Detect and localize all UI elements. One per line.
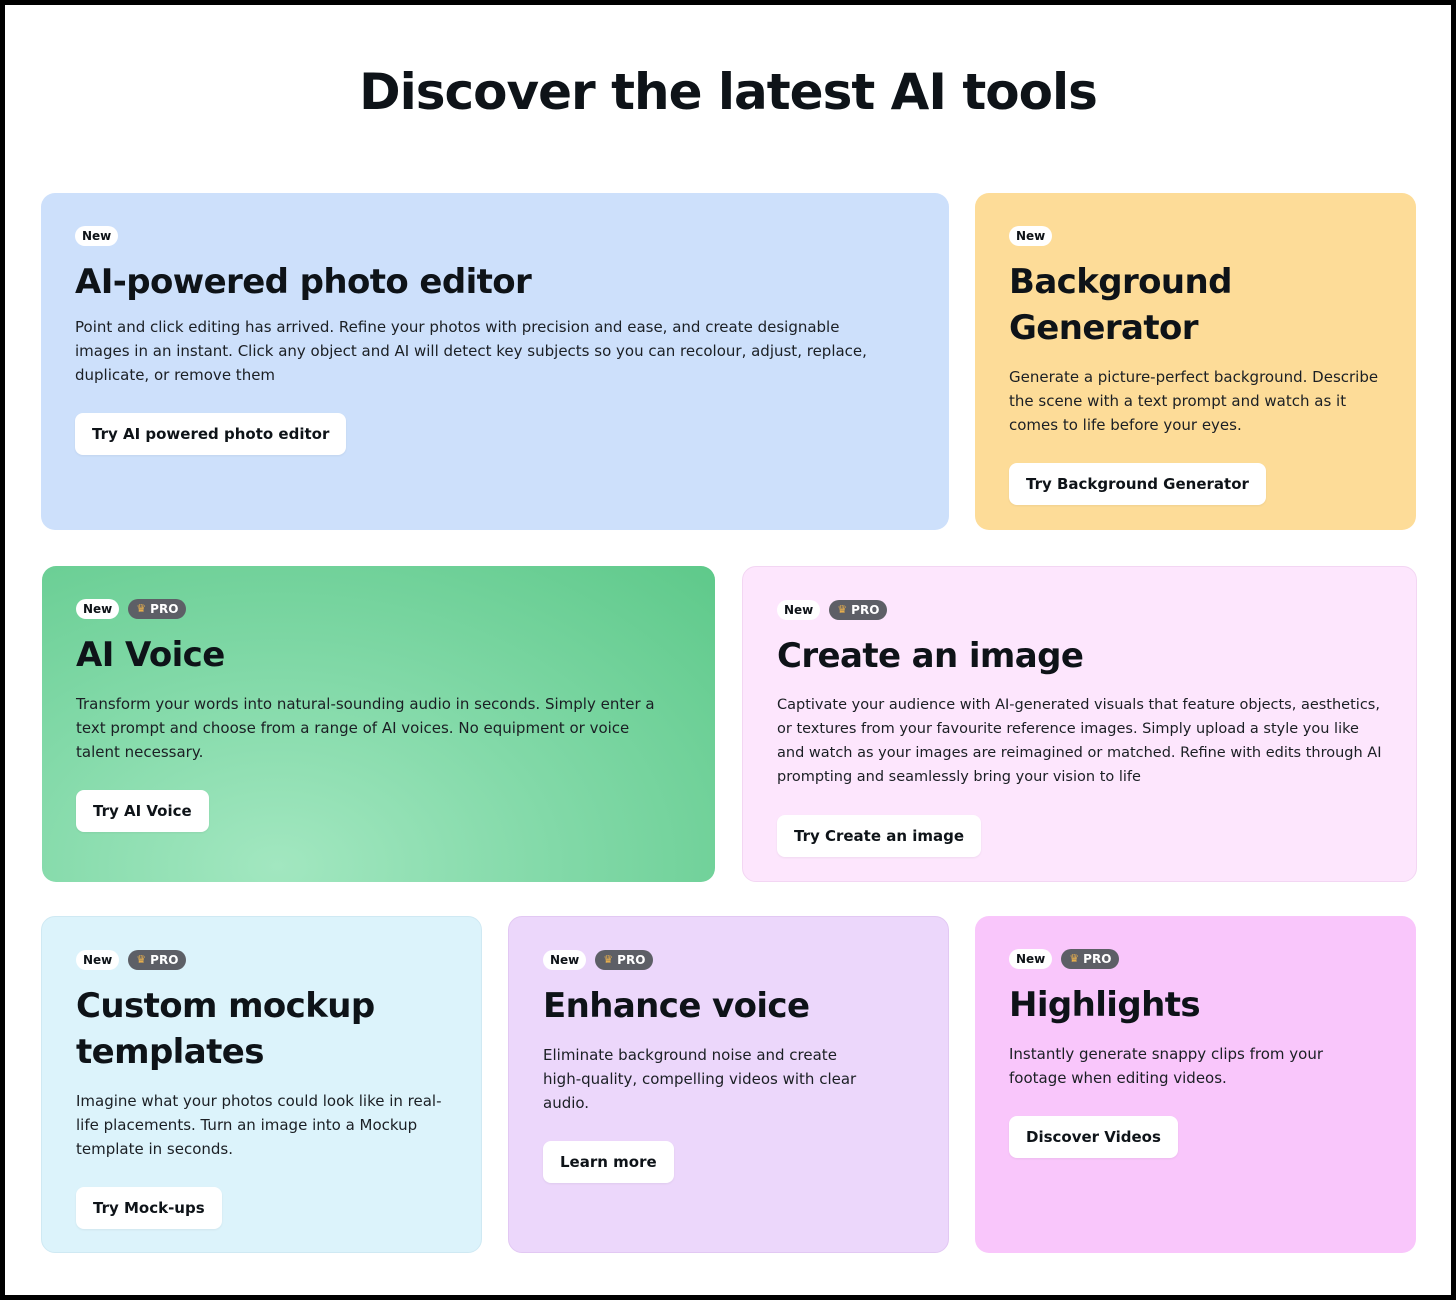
try-create-an-image-button[interactable]: Try Create an image — [777, 815, 982, 857]
new-badge: New — [76, 950, 120, 970]
crown-icon: ♛ — [1069, 952, 1080, 965]
card-background-generator: New Background Generator Generate a pict… — [975, 193, 1416, 530]
card-highlights: New ♛ PRO Highlights Instantly generate … — [975, 916, 1416, 1253]
card-badges: New ♛ PRO — [76, 949, 447, 971]
card-title: Enhance voice — [543, 986, 810, 1026]
try-background-generator-button[interactable]: Try Background Generator — [1009, 463, 1266, 505]
pro-badge-label: PRO — [1083, 952, 1112, 966]
new-badge: New — [76, 599, 120, 619]
pro-badge-label: PRO — [851, 603, 880, 617]
card-badges: New — [75, 225, 915, 247]
discover-videos-button[interactable]: Discover Videos — [1009, 1116, 1178, 1158]
new-badge: New — [543, 950, 587, 970]
crown-icon: ♛ — [603, 953, 614, 966]
new-badge: New — [1009, 949, 1053, 969]
card-description: Imagine what your photos could look like… — [76, 1092, 442, 1158]
card-title: Custom mockup templates — [76, 986, 375, 1072]
card-create-an-image: New ♛ PRO Create an image Captivate your… — [742, 566, 1417, 882]
page-frame: Discover the latest AI tools New AI-powe… — [0, 0, 1456, 1300]
pro-badge-label: PRO — [617, 953, 646, 967]
card-badges: New ♛ PRO — [543, 949, 914, 971]
card-title: Highlights — [1009, 985, 1201, 1025]
card-description: Transform your words into natural-soundi… — [76, 695, 655, 761]
card-description: Captivate your audience with AI-generate… — [777, 697, 1382, 785]
card-title: AI-powered photo editor — [75, 262, 532, 302]
card-title: AI Voice — [76, 635, 225, 675]
new-badge: New — [75, 226, 119, 246]
pro-badge-label: PRO — [150, 953, 179, 967]
page-title: Discover the latest AI tools — [359, 63, 1098, 121]
crown-icon: ♛ — [136, 953, 147, 966]
card-title: Create an image — [777, 636, 1084, 676]
pro-badge: ♛ PRO — [829, 600, 888, 620]
pro-badge: ♛ PRO — [595, 950, 654, 970]
card-description: Eliminate background noise and create hi… — [543, 1046, 857, 1112]
card-custom-mockup-templates: New ♛ PRO Custom mockup templates Imagin… — [41, 916, 482, 1253]
pro-badge-label: PRO — [150, 602, 179, 616]
card-ai-voice: New ♛ PRO AI Voice Transform your words … — [42, 566, 715, 882]
card-description: Point and click editing has arrived. Ref… — [75, 318, 867, 384]
pro-badge: ♛ PRO — [128, 950, 187, 970]
card-description: Instantly generate snappy clips from you… — [1009, 1045, 1324, 1087]
crown-icon: ♛ — [837, 603, 848, 616]
new-badge: New — [777, 600, 821, 620]
card-badges: New ♛ PRO — [777, 599, 1382, 621]
card-description: Generate a picture-perfect background. D… — [1009, 368, 1379, 434]
learn-more-button[interactable]: Learn more — [543, 1141, 674, 1183]
card-enhance-voice: New ♛ PRO Enhance voice Eliminate backgr… — [508, 916, 949, 1253]
card-badges: New ♛ PRO — [1009, 948, 1382, 970]
card-ai-photo-editor: New AI-powered photo editor Point and cl… — [41, 193, 949, 530]
card-badges: New — [1009, 225, 1382, 247]
try-mock-ups-button[interactable]: Try Mock-ups — [76, 1187, 222, 1229]
crown-icon: ♛ — [136, 602, 147, 615]
card-title: Background Generator — [1009, 262, 1232, 348]
pro-badge: ♛ PRO — [128, 599, 187, 619]
try-ai-photo-editor-button[interactable]: Try AI powered photo editor — [75, 413, 347, 455]
pro-badge: ♛ PRO — [1061, 949, 1120, 969]
try-ai-voice-button[interactable]: Try AI Voice — [76, 790, 209, 832]
new-badge: New — [1009, 226, 1053, 246]
card-badges: New ♛ PRO — [76, 598, 681, 620]
